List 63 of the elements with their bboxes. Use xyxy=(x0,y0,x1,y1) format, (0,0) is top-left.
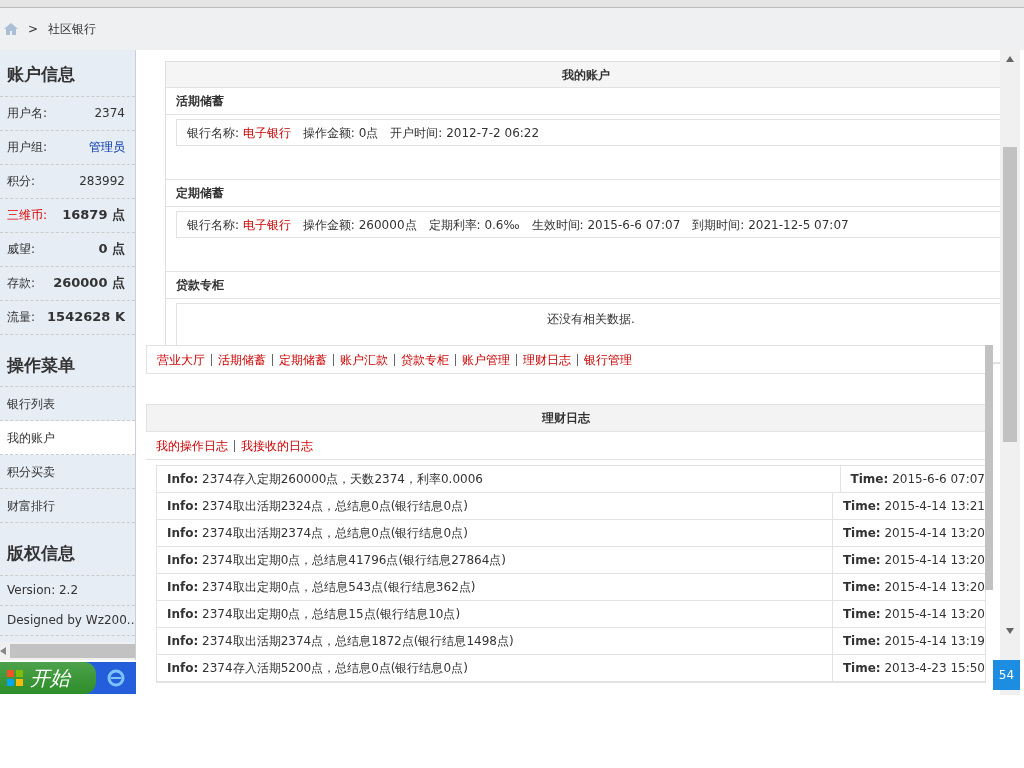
info-text: Designed by Wz200.. xyxy=(7,612,135,629)
log-tab[interactable]: 我接收的日志 xyxy=(234,439,319,452)
menu-item[interactable]: 积分买卖 xyxy=(0,455,135,489)
section-title: 账户信息 xyxy=(0,50,135,97)
table-cell: Info: 2374取出定期0点，总结息15点(银行结息10点) xyxy=(157,601,833,627)
field-label: 三维币: xyxy=(7,207,48,224)
table-cell: Info: 2374取出定期0点，总结息543点(银行结息362点) xyxy=(157,574,833,600)
info-text: Version: 2.2 xyxy=(7,582,79,599)
field-value: 2374 xyxy=(94,105,125,122)
field-value[interactable]: 管理员 xyxy=(89,138,125,156)
field-label: 积分: xyxy=(7,173,36,190)
field-text: 银行名称: 电子银行 xyxy=(187,216,291,234)
table-cell-text: Time: 2013-4-23 15:50 xyxy=(841,660,985,677)
nav-link[interactable]: 理财日志 xyxy=(516,353,577,366)
menu-item[interactable]: 我的账户 xyxy=(0,421,135,455)
section-title: 版权信息 xyxy=(0,529,135,576)
log-tab[interactable]: 我的操作日志 xyxy=(156,439,234,452)
field-text: 到期时间: 2021-12-5 07:07 xyxy=(692,216,849,234)
field-text: 开户时间: 2012-7-2 06:22 xyxy=(390,124,540,142)
table-cell: Info: 2374取出活期2324点，总结息0点(银行结息0点) xyxy=(157,493,833,519)
field-text: 定期利率: 0.6‰ xyxy=(428,216,520,234)
panel-title: 理财日志 xyxy=(146,404,986,432)
table-cell: Info: 2374取出定期0点，总结息41796点(银行结息27864点) xyxy=(157,547,833,573)
table-cell-text: Time: 2015-4-14 13:20 xyxy=(841,579,985,596)
field-text: 银行名称: 电子银行 xyxy=(187,124,291,142)
nav-link[interactable]: 贷款专柜 xyxy=(394,353,455,366)
field-text: 操作金额: 0点 xyxy=(302,124,379,142)
table-cell-text: Time: 2015-4-14 13:19 xyxy=(841,633,985,650)
empty-message: 还没有相关数据. xyxy=(547,311,635,328)
panel-title: 我的账户 xyxy=(166,62,1000,88)
taskbar-clock: 54 xyxy=(993,660,1020,690)
field-value: 1542628 K xyxy=(47,308,125,327)
field-label: 流量: xyxy=(7,309,36,326)
table-cell: Info: 2374存入活期5200点，总结息0点(银行结息0点) xyxy=(157,655,833,681)
table-cell-text: Time: 2015-4-14 13:20 xyxy=(841,525,985,542)
field-value: 16879 点 xyxy=(62,206,125,225)
table-cell-text: Time: 2015-4-14 13:20 xyxy=(841,606,985,623)
table-cell-text: Time: 2015-6-6 07:07 xyxy=(849,471,985,488)
field-text: 生效时间: 2015-6-6 07:07 xyxy=(531,216,681,234)
field-label: 存款: xyxy=(7,275,36,292)
field-value: 0 点 xyxy=(98,240,125,259)
table-cell-text: Time: 2015-4-14 13:21 xyxy=(841,498,985,515)
table-cell: Info: 2374取出活期2374点，总结息0点(银行结息0点) xyxy=(157,520,833,546)
nav-link[interactable]: 账户管理 xyxy=(455,353,516,366)
breadcrumb-separator: > xyxy=(28,21,39,38)
nav-link[interactable]: 活期储蓄 xyxy=(211,353,272,366)
nav-link[interactable]: 定期储蓄 xyxy=(272,353,333,366)
nav-link[interactable]: 营业大厅 xyxy=(157,353,211,366)
field-text: 操作金额: 260000点 xyxy=(302,216,417,234)
nav-link[interactable]: 银行管理 xyxy=(577,353,638,366)
field-label: 用户名: xyxy=(7,105,48,122)
table-cell: Info: 2374存入定期260000点，天数2374，利率0.0006 xyxy=(157,466,841,492)
field-value: 260000 点 xyxy=(53,274,125,293)
menu-item[interactable]: 财富排行 xyxy=(0,489,135,523)
nav-link[interactable]: 账户汇款 xyxy=(333,353,394,366)
field-value: 283992 xyxy=(79,173,125,190)
section-title: 操作菜单 xyxy=(0,340,135,387)
field-label: 威望: xyxy=(7,241,36,258)
field-label: 用户组: xyxy=(7,139,48,156)
table-cell: Info: 2374取出活期2374点，总结息1872点(银行结息1498点) xyxy=(157,628,833,654)
start-button[interactable]: 开始 xyxy=(0,662,96,694)
table-cell-text: Time: 2015-4-14 13:20 xyxy=(841,552,985,569)
breadcrumb-link[interactable]: 社区银行 xyxy=(48,20,97,38)
